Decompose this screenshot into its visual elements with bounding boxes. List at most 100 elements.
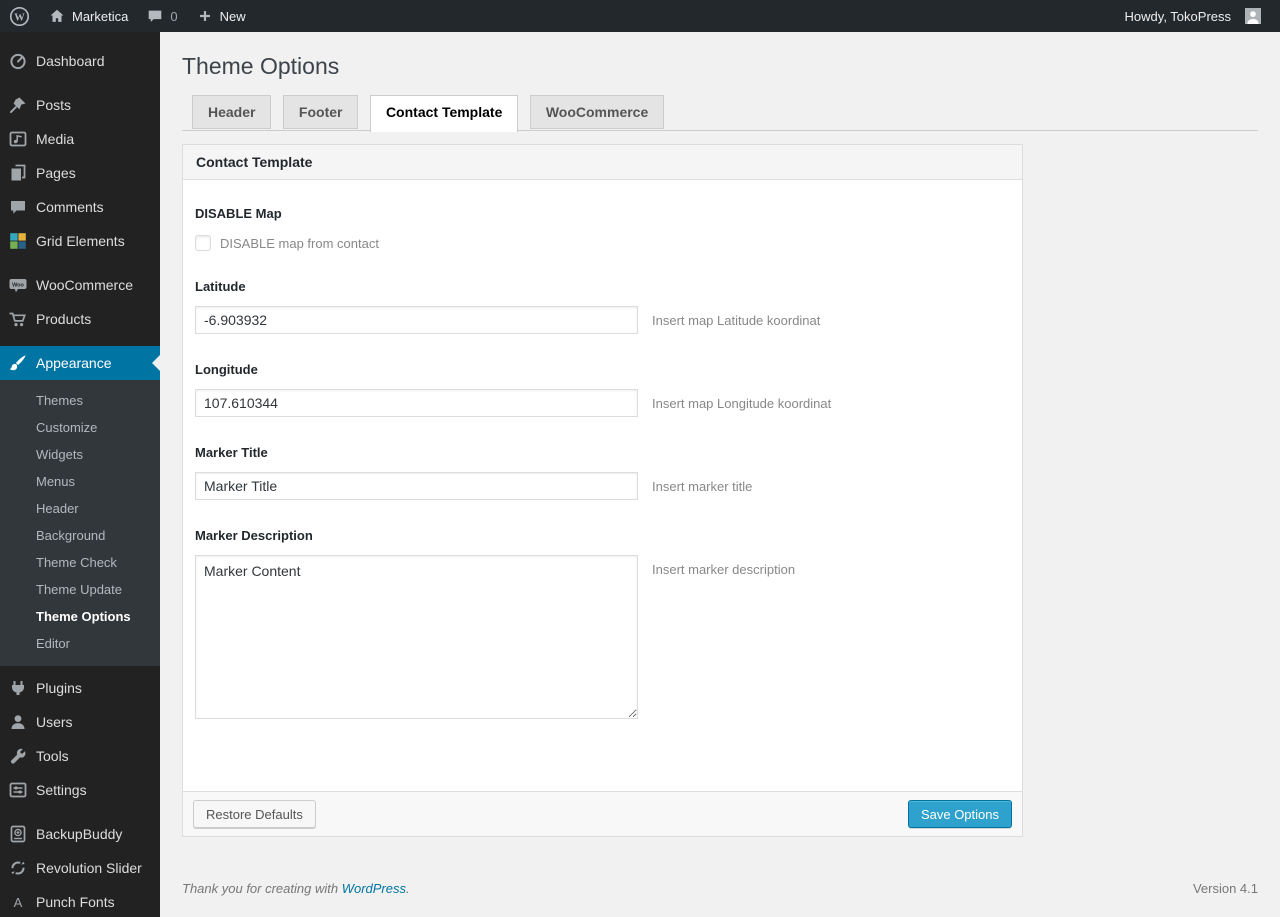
submenu-item-customize[interactable]: Customize [0,414,160,441]
submenu-item-widgets[interactable]: Widgets [0,441,160,468]
latitude-input[interactable] [195,306,638,334]
submenu-label: Header [36,501,79,516]
svg-text:W: W [14,12,25,23]
sidebar-item-label: Grid Elements [36,233,125,249]
submenu-label: Theme Update [36,582,122,597]
save-options-button[interactable]: Save Options [907,800,1012,828]
comment-bubble-icon [146,7,164,25]
submenu-label: Editor [36,636,70,651]
account-menu[interactable]: Howdy, TokoPress [1116,0,1270,32]
sidebar-item-media[interactable]: Media [0,122,160,156]
disable-map-label: DISABLE Map [195,206,282,221]
user-icon [8,712,28,732]
restore-defaults-button[interactable]: Restore Defaults [193,800,316,828]
submenu-label: Widgets [36,447,83,462]
submenu-item-menus[interactable]: Menus [0,468,160,495]
submenu-item-theme-options[interactable]: Theme Options [0,603,160,630]
marker-title-label: Marker Title [195,445,268,460]
sidebar-item-comments[interactable]: Comments [0,190,160,224]
wordpress-logo-menu[interactable]: W [0,0,39,32]
media-icon [8,129,28,149]
thanks-suffix: . [406,881,410,896]
sidebar-item-label: Dashboard [36,53,105,69]
disable-map-checkbox[interactable] [195,235,211,251]
sidebar-item-label: Punch Fonts [36,894,115,910]
sidebar-item-label: Comments [36,199,104,215]
sidebar-item-grid-elements[interactable]: Grid Elements [0,224,160,258]
longitude-input[interactable] [195,389,638,417]
sidebar-item-woocommerce[interactable]: Woo WooCommerce [0,268,160,302]
settings-icon [8,780,28,800]
submenu-item-background[interactable]: Background [0,522,160,549]
submenu-label: Customize [36,420,98,435]
marker-description-textarea[interactable]: Marker Content [195,555,638,719]
comments-count: 0 [170,8,178,24]
latitude-help-text: Insert map Latitude koordinat [652,312,821,328]
wordpress-link[interactable]: WordPress [342,881,406,896]
wordpress-logo-icon: W [9,6,30,27]
sidebar-item-label: Revolution Slider [36,860,142,876]
site-name-label: Marketica [72,8,129,24]
woocommerce-icon: Woo [8,275,28,295]
pages-icon [8,163,28,183]
longitude-help-text: Insert map Longitude koordinat [652,395,832,411]
sidebar-item-products[interactable]: Products [0,302,160,336]
site-name-link[interactable]: Marketica [39,0,137,32]
marker-description-help-text: Insert marker description [652,562,796,577]
tab-woocommerce[interactable]: WooCommerce [529,95,665,129]
plugin-icon [8,678,28,698]
plus-icon [196,7,214,25]
sidebar-item-label: Posts [36,97,72,113]
sidebar-item-tools[interactable]: Tools [0,739,160,773]
new-label: New [219,8,246,24]
marker-title-input[interactable] [195,472,638,500]
submenu-item-theme-update[interactable]: Theme Update [0,576,160,603]
tab-header[interactable]: Header [192,95,272,129]
admin-bar: W Marketica 0 New Howdy, TokoPress [0,0,1280,32]
longitude-label: Longitude [195,362,258,377]
sidebar-item-label: WooCommerce [36,277,133,293]
grid-elements-icon [8,231,28,251]
disable-map-checkbox-label[interactable]: DISABLE map from contact [220,236,379,251]
submenu-label: Theme Check [36,555,117,570]
sidebar-item-dashboard[interactable]: Dashboard [0,44,160,78]
submenu-item-themes[interactable]: Themes [0,387,160,414]
marker-description-label: Marker Description [195,528,313,543]
sidebar-item-label: Appearance [36,355,112,371]
sidebar-item-label: Users [36,714,73,730]
submenu-item-header[interactable]: Header [0,495,160,522]
sidebar-item-plugins[interactable]: Plugins [0,671,160,705]
sidebar-item-pages[interactable]: Pages [0,156,160,190]
admin-sidebar: Dashboard Posts Media Pages Comments Gri… [0,32,160,917]
sidebar-item-revolution-slider[interactable]: Revolution Slider [0,851,160,885]
sidebar-item-posts[interactable]: Posts [0,88,160,122]
tab-contact-template[interactable]: Contact Template [369,95,519,132]
paintbrush-icon [8,353,28,373]
dashboard-icon [8,51,28,71]
marker-title-help-text: Insert marker title [652,478,753,494]
wrench-icon [8,746,28,766]
sidebar-item-label: Media [36,131,75,147]
submenu-item-editor[interactable]: Editor [0,630,160,657]
sidebar-item-settings[interactable]: Settings [0,773,160,807]
new-content-menu[interactable]: New [187,0,255,32]
submenu-label: Themes [36,393,83,408]
font-icon: A [8,892,28,912]
comments-moderation-link[interactable]: 0 [137,0,186,32]
latitude-label: Latitude [195,279,246,294]
sidebar-item-punch-fonts[interactable]: A Punch Fonts [0,885,160,917]
appearance-submenu: Themes Customize Widgets Menus Header Ba… [0,380,160,666]
home-icon [48,7,66,25]
user-avatar [1245,8,1261,24]
sidebar-item-appearance[interactable]: Appearance [0,346,160,380]
sidebar-item-label: Products [36,311,92,327]
howdy-label: Howdy, TokoPress [1124,8,1231,24]
sidebar-item-users[interactable]: Users [0,705,160,739]
sidebar-item-backupbuddy[interactable]: BackupBuddy [0,817,160,851]
main-content: Theme Options Header Footer Contact Temp… [160,0,1280,917]
sidebar-item-label: BackupBuddy [36,826,123,842]
tab-footer[interactable]: Footer [282,95,359,129]
submenu-item-theme-check[interactable]: Theme Check [0,549,160,576]
submenu-label: Background [36,528,106,543]
svg-text:A: A [14,895,23,910]
